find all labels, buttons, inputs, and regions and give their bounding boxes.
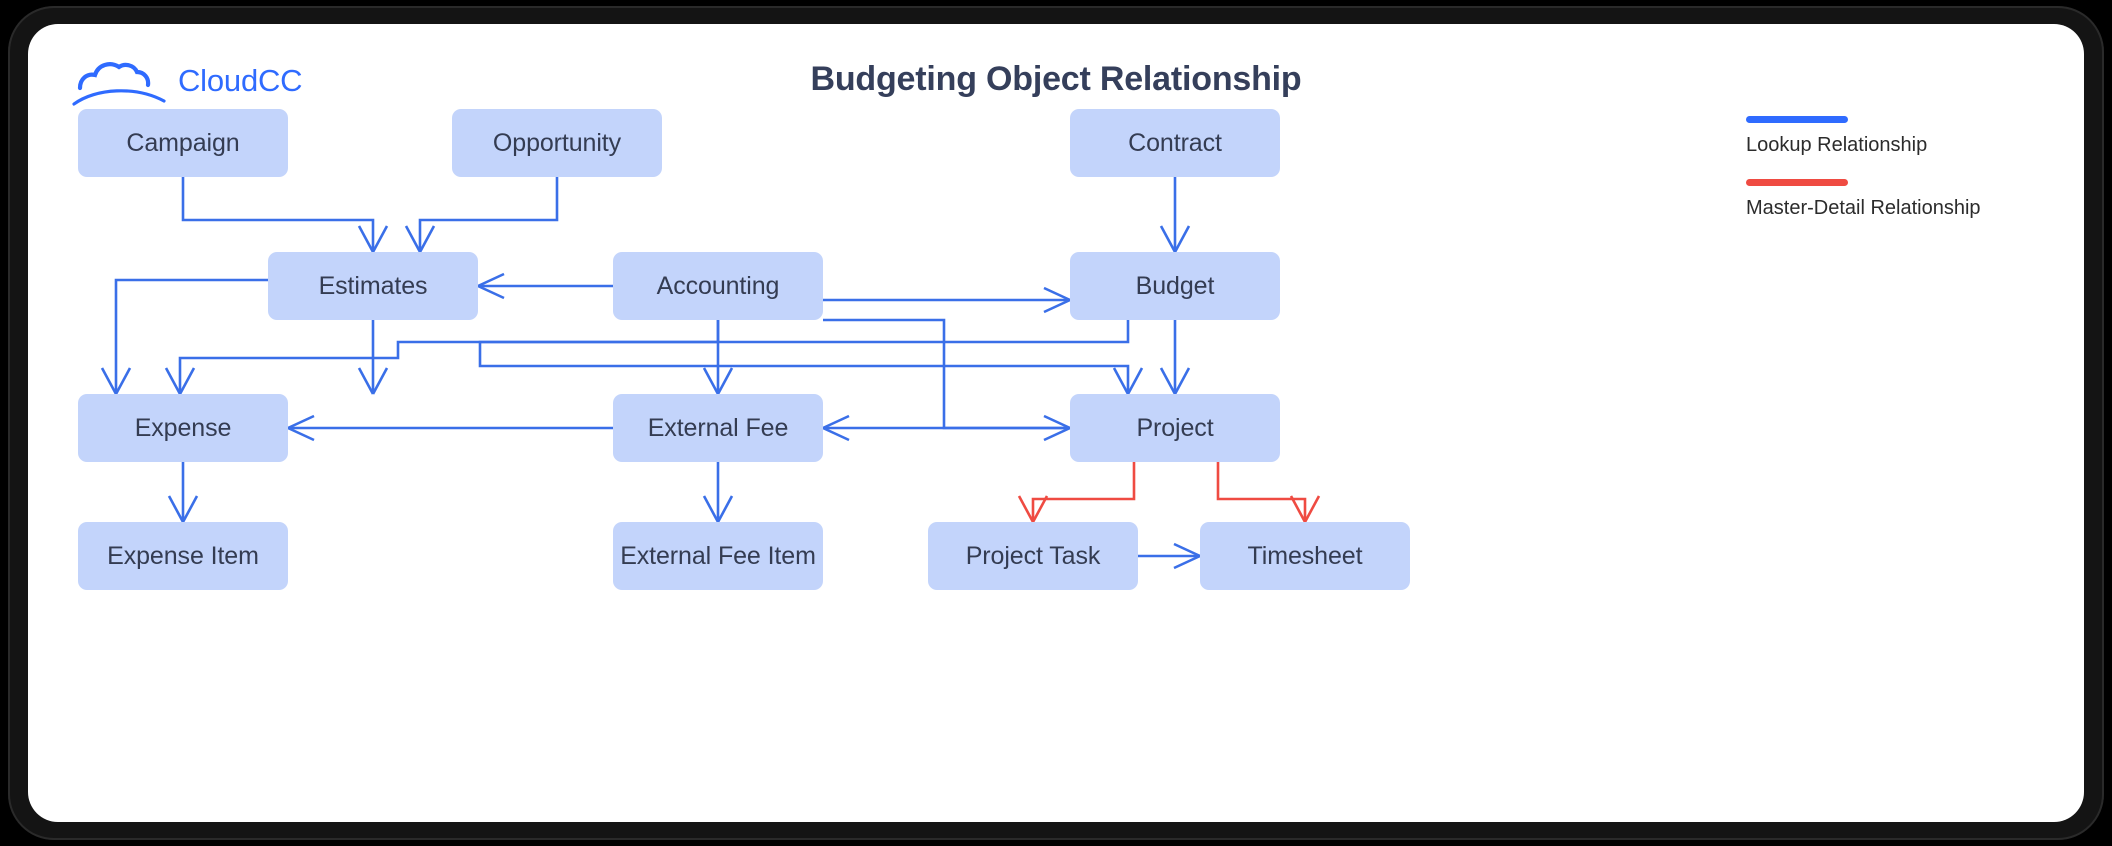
node-external-fee[interactable]: External Fee xyxy=(613,394,823,462)
node-label: Contract xyxy=(1128,128,1222,157)
node-label: Budget xyxy=(1135,271,1215,300)
node-campaign[interactable]: Campaign xyxy=(78,109,288,177)
node-project-task[interactable]: Project Task xyxy=(928,522,1138,590)
node-project[interactable]: Project xyxy=(1070,394,1280,462)
node-expense-item[interactable]: Expense Item xyxy=(78,522,288,590)
node-label: Project Task xyxy=(965,541,1101,570)
node-label: Campaign xyxy=(126,128,240,157)
node-label: Estimates xyxy=(318,271,428,300)
node-label: Timesheet xyxy=(1247,541,1363,570)
node-label: External Fee Item xyxy=(620,541,816,570)
node-label: Expense xyxy=(134,413,232,442)
legend-swatch-master-detail xyxy=(1746,179,1848,186)
diagram-card: CloudCC Budgeting Object Relationship Lo… xyxy=(28,24,2084,822)
node-timesheet[interactable]: Timesheet xyxy=(1200,522,1410,590)
legend-item-master-detail: Master-Detail Relationship xyxy=(1746,179,2066,220)
node-label: External Fee xyxy=(647,413,789,442)
node-external-fee-item[interactable]: External Fee Item xyxy=(613,522,823,590)
node-expense[interactable]: Expense xyxy=(78,394,288,462)
legend-label-master-detail: Master-Detail Relationship xyxy=(1746,197,1981,219)
node-opportunity[interactable]: Opportunity xyxy=(452,109,662,177)
legend-label-lookup: Lookup Relationship xyxy=(1746,134,1928,156)
legend: Lookup Relationship Master-Detail Relati… xyxy=(1746,116,2066,242)
node-contract[interactable]: Contract xyxy=(1070,109,1280,177)
legend-swatch-lookup xyxy=(1746,116,1848,123)
node-budget[interactable]: Budget xyxy=(1070,252,1280,320)
node-estimates[interactable]: Estimates xyxy=(268,252,478,320)
node-label: Expense Item xyxy=(107,541,259,570)
node-accounting[interactable]: Accounting xyxy=(613,252,823,320)
node-label: Project xyxy=(1136,413,1214,442)
node-label: Accounting xyxy=(656,271,780,300)
diagram-stage: CloudCC Budgeting Object Relationship Lo… xyxy=(28,24,2084,822)
node-label: Opportunity xyxy=(492,128,622,157)
legend-item-lookup: Lookup Relationship xyxy=(1746,116,2066,157)
page-title: Budgeting Object Relationship xyxy=(810,60,1302,98)
screenshot-frame: CloudCC Budgeting Object Relationship Lo… xyxy=(0,0,2112,846)
